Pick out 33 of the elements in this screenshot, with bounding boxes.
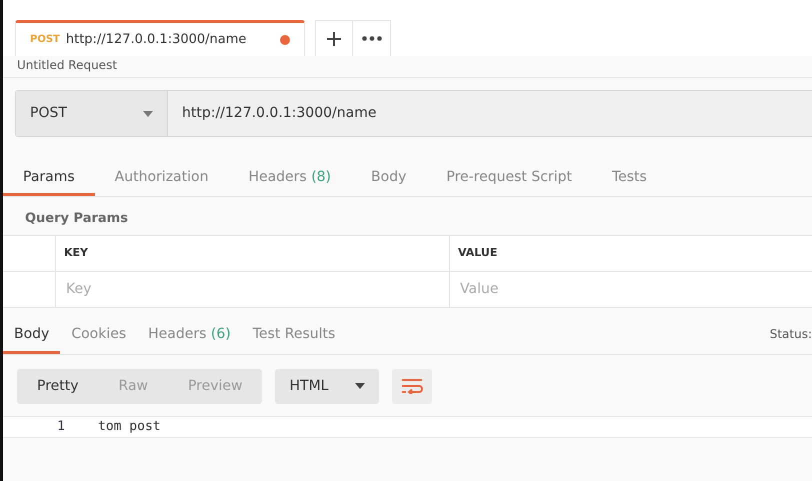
column-header: VALUE [449, 236, 812, 272]
status-label: Status: [770, 326, 812, 342]
view-mode-button[interactable]: Pretty [17, 368, 99, 404]
more-icon [362, 36, 382, 41]
wrap-icon [401, 378, 424, 394]
section-heading: Query Params [24, 210, 129, 228]
tab[interactable]: Cookies [60, 318, 138, 354]
method-label: POST [30, 33, 60, 47]
caret-icon [355, 383, 366, 389]
tab[interactable]: Authorization [94, 161, 228, 196]
new-tab-button[interactable] [315, 20, 353, 56]
view-mode-button[interactable]: Preview [168, 368, 262, 404]
table-input[interactable]: Value [458, 278, 812, 300]
tab[interactable]: Body [3, 318, 60, 354]
tab[interactable]: Pre-request Script [426, 161, 592, 196]
request-title: Untitled Request [3, 56, 812, 78]
tab[interactable]: Body [351, 161, 426, 196]
request-tab[interactable]: POST http://127.0.0.1:3000/name [15, 20, 305, 56]
code-line: tom post [98, 418, 161, 436]
tab[interactable]: Headers (6) [137, 318, 242, 354]
tab-url: http://127.0.0.1:3000/name [66, 30, 246, 49]
format-dropdown[interactable]: HTML [275, 368, 380, 404]
view-mode-button[interactable]: Raw [98, 368, 168, 404]
line-number: 1 [56, 418, 65, 436]
table-input[interactable]: Key [64, 278, 449, 300]
column-header: KEY [55, 236, 449, 272]
tab[interactable]: Tests [592, 161, 667, 196]
plus-icon [326, 30, 342, 46]
more-button[interactable] [353, 20, 391, 56]
tab[interactable]: Params [3, 161, 95, 196]
tab[interactable]: Test Results [242, 318, 346, 354]
wrap-lines-button[interactable] [392, 368, 432, 404]
tab[interactable]: Headers (8) [228, 161, 352, 196]
